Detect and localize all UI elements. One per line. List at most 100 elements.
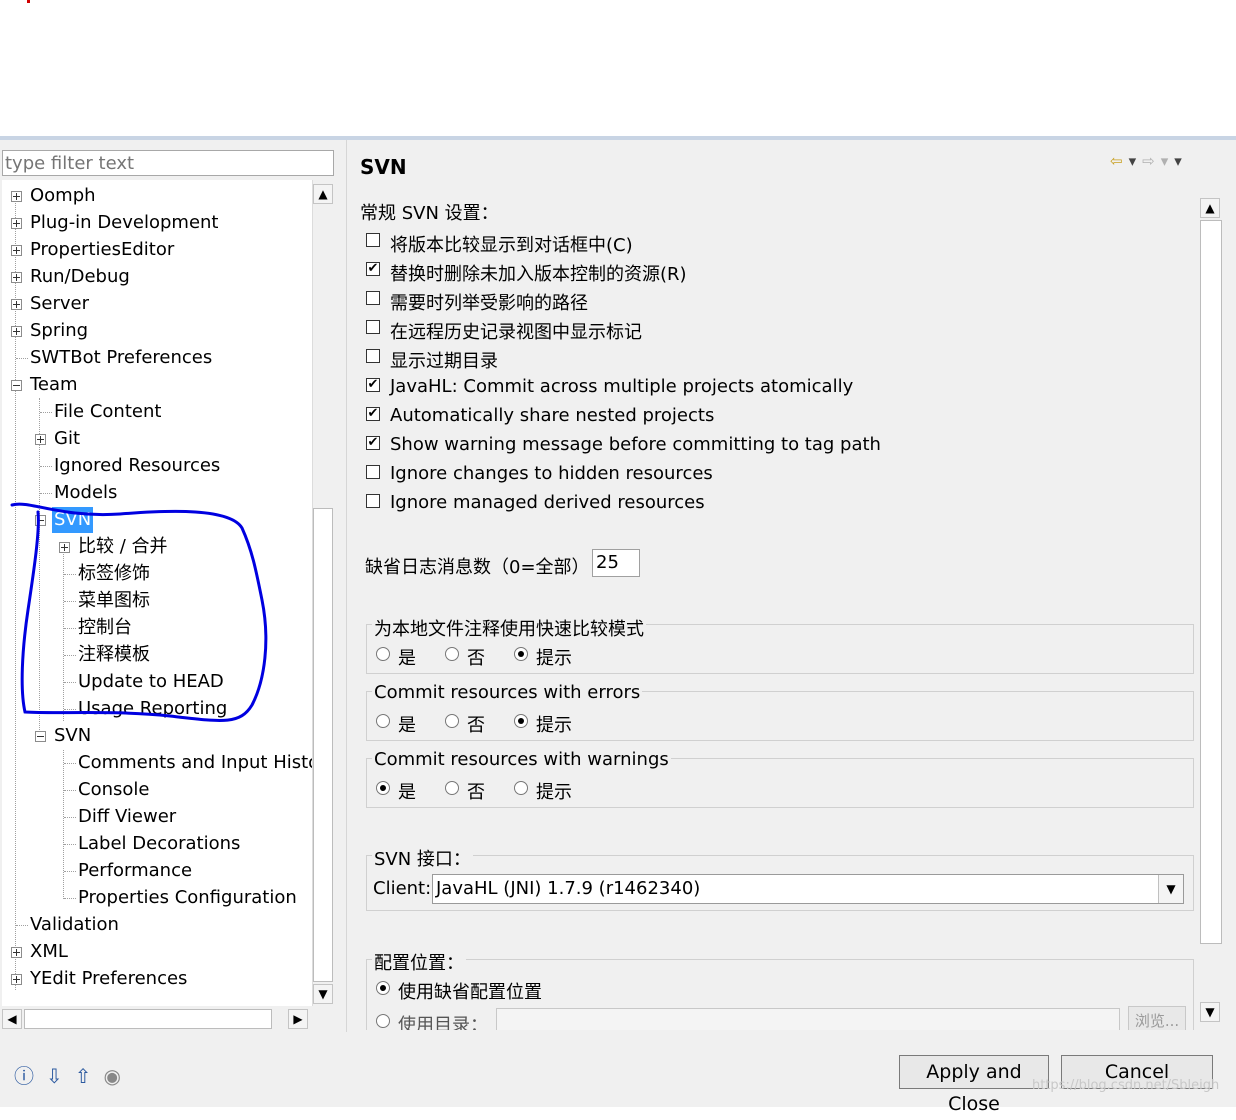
checkbox[interactable] bbox=[366, 494, 380, 508]
forward-menu-icon[interactable]: ▾ bbox=[1161, 152, 1175, 170]
export-icon[interactable]: ⇧ bbox=[75, 1064, 104, 1088]
radio-label: 使用缺省配置位置 bbox=[398, 982, 542, 1003]
filter-input[interactable] bbox=[2, 150, 334, 176]
expand-icon[interactable] bbox=[35, 434, 46, 445]
apply-and-close-button[interactable]: Apply and Close bbox=[899, 1055, 1049, 1115]
tree-guide bbox=[63, 750, 64, 899]
chevron-down-icon[interactable]: ▼ bbox=[1158, 875, 1183, 903]
checkbox[interactable]: ✔ bbox=[366, 407, 380, 421]
radio-button[interactable] bbox=[514, 647, 528, 661]
radio-button[interactable] bbox=[514, 781, 528, 795]
config-directory-input[interactable] bbox=[496, 1008, 1120, 1030]
tree-item-label: File Content bbox=[54, 401, 162, 422]
tree-connector bbox=[40, 493, 52, 494]
radio-button[interactable] bbox=[376, 647, 390, 661]
tree-item-label: Ignored Resources bbox=[54, 455, 221, 476]
radio-button[interactable] bbox=[376, 781, 390, 795]
checkbox-label: 显示过期目录 bbox=[390, 351, 498, 372]
collapse-icon[interactable] bbox=[35, 731, 46, 742]
tree-item-label: Team bbox=[30, 374, 78, 395]
page-content: 常规 SVN 设置： 将版本比较显示到对话框中(C) ✔ 替换时删除未加入版本控… bbox=[358, 194, 1198, 1030]
radio-button[interactable] bbox=[376, 714, 390, 728]
radio-label: 否 bbox=[467, 648, 485, 669]
tree-connector bbox=[40, 466, 52, 467]
checkbox[interactable] bbox=[366, 233, 380, 247]
radio-label: 提示 bbox=[536, 782, 572, 803]
scroll-down-icon[interactable]: ▼ bbox=[1200, 1002, 1220, 1022]
scroll-right-icon[interactable]: ▶ bbox=[288, 1009, 308, 1029]
scroll-thumb[interactable] bbox=[24, 1009, 272, 1029]
help-icon[interactable]: ⓘ bbox=[14, 1064, 46, 1088]
scroll-down-icon[interactable]: ▼ bbox=[313, 984, 333, 1004]
checkbox[interactable]: ✔ bbox=[366, 262, 380, 276]
radio-button[interactable] bbox=[376, 981, 390, 995]
expand-icon[interactable] bbox=[11, 272, 22, 283]
expand-icon[interactable] bbox=[11, 974, 22, 985]
forward-arrow-icon[interactable]: ⇨ bbox=[1142, 152, 1161, 170]
expand-icon[interactable] bbox=[11, 299, 22, 310]
tree-item-label: Usage Reporting bbox=[78, 698, 228, 719]
expand-icon[interactable] bbox=[11, 191, 22, 202]
back-menu-icon[interactable]: ▾ bbox=[1129, 152, 1143, 170]
tree-horizontal-scrollbar[interactable]: ◀ ▶ bbox=[2, 1006, 312, 1032]
checkbox[interactable] bbox=[366, 320, 380, 334]
tree-vertical-scrollbar[interactable]: ▲ ▼ bbox=[312, 180, 334, 1006]
import-icon[interactable]: ⇩ bbox=[46, 1064, 75, 1088]
checkbox-label: 需要时列举受影响的路径 bbox=[390, 293, 588, 314]
radio-button[interactable] bbox=[445, 714, 459, 728]
radio-button[interactable] bbox=[445, 781, 459, 795]
expand-icon[interactable] bbox=[11, 245, 22, 256]
browse-button[interactable]: 浏览... bbox=[1128, 1006, 1186, 1030]
tree-item-label: XML bbox=[30, 941, 68, 962]
client-select-value: JavaHL (JNI) 1.7.9 (r1462340) bbox=[436, 878, 701, 899]
checkbox-label: 将版本比较显示到对话框中(C) bbox=[390, 235, 633, 256]
tree-item-label: Models bbox=[54, 482, 118, 503]
back-arrow-icon[interactable]: ⇦ bbox=[1110, 152, 1129, 170]
view-menu-icon[interactable]: ▾ bbox=[1174, 152, 1188, 170]
radio-label: 提示 bbox=[536, 715, 572, 736]
tree-guide bbox=[15, 200, 16, 990]
scroll-up-icon[interactable]: ▲ bbox=[1200, 198, 1220, 218]
tree-connector bbox=[40, 412, 52, 413]
scroll-thumb[interactable] bbox=[313, 508, 333, 982]
page-vertical-scrollbar[interactable]: ▲ ▼ bbox=[1198, 194, 1224, 1028]
checkbox[interactable]: ✔ bbox=[366, 378, 380, 392]
tree-item-label: Run/Debug bbox=[30, 266, 130, 287]
client-select[interactable]: JavaHL (JNI) 1.7.9 (r1462340) ▼ bbox=[432, 874, 1184, 904]
tree-item-label: 注释模板 bbox=[78, 644, 150, 665]
watermark: https://blog.csdn.net/Sbleigh bbox=[1032, 1078, 1220, 1093]
scroll-thumb[interactable] bbox=[1200, 220, 1222, 944]
tree-guide bbox=[63, 545, 64, 721]
collapse-icon[interactable] bbox=[11, 380, 22, 391]
expand-icon[interactable] bbox=[11, 326, 22, 337]
tree-item-label: Oomph bbox=[30, 185, 96, 206]
radio-button[interactable] bbox=[445, 647, 459, 661]
checkbox[interactable] bbox=[366, 465, 380, 479]
group-title: 配置位置： bbox=[372, 949, 466, 975]
tree-item-label: Spring bbox=[30, 320, 89, 341]
group-title: Commit resources with warnings bbox=[372, 749, 671, 770]
checkbox[interactable] bbox=[366, 291, 380, 305]
tree-connector bbox=[64, 790, 76, 791]
checkbox[interactable] bbox=[366, 349, 380, 363]
tree-connector bbox=[64, 655, 76, 656]
collapse-icon[interactable] bbox=[35, 515, 46, 526]
expand-icon[interactable] bbox=[11, 947, 22, 958]
group-title: SVN 接口： bbox=[372, 845, 473, 871]
radio-label: 是 bbox=[398, 648, 416, 669]
tree-item-label: Validation bbox=[30, 914, 119, 935]
checkbox[interactable]: ✔ bbox=[366, 436, 380, 450]
tree-connector bbox=[16, 358, 28, 359]
expand-icon[interactable] bbox=[59, 542, 70, 553]
radio-button[interactable] bbox=[376, 1014, 390, 1028]
radio-button[interactable] bbox=[514, 714, 528, 728]
log-count-label: 缺省日志消息数（0=全部） bbox=[365, 557, 590, 578]
record-icon[interactable]: ◉ bbox=[104, 1064, 133, 1088]
tree-item-label: Plug-in Development bbox=[30, 212, 219, 233]
log-count-input[interactable]: 25 bbox=[592, 549, 640, 577]
tree-item-label: Console bbox=[78, 779, 150, 800]
scroll-left-icon[interactable]: ◀ bbox=[2, 1009, 22, 1029]
tree-connector bbox=[64, 844, 76, 845]
expand-icon[interactable] bbox=[11, 218, 22, 229]
scroll-up-icon[interactable]: ▲ bbox=[313, 184, 333, 204]
